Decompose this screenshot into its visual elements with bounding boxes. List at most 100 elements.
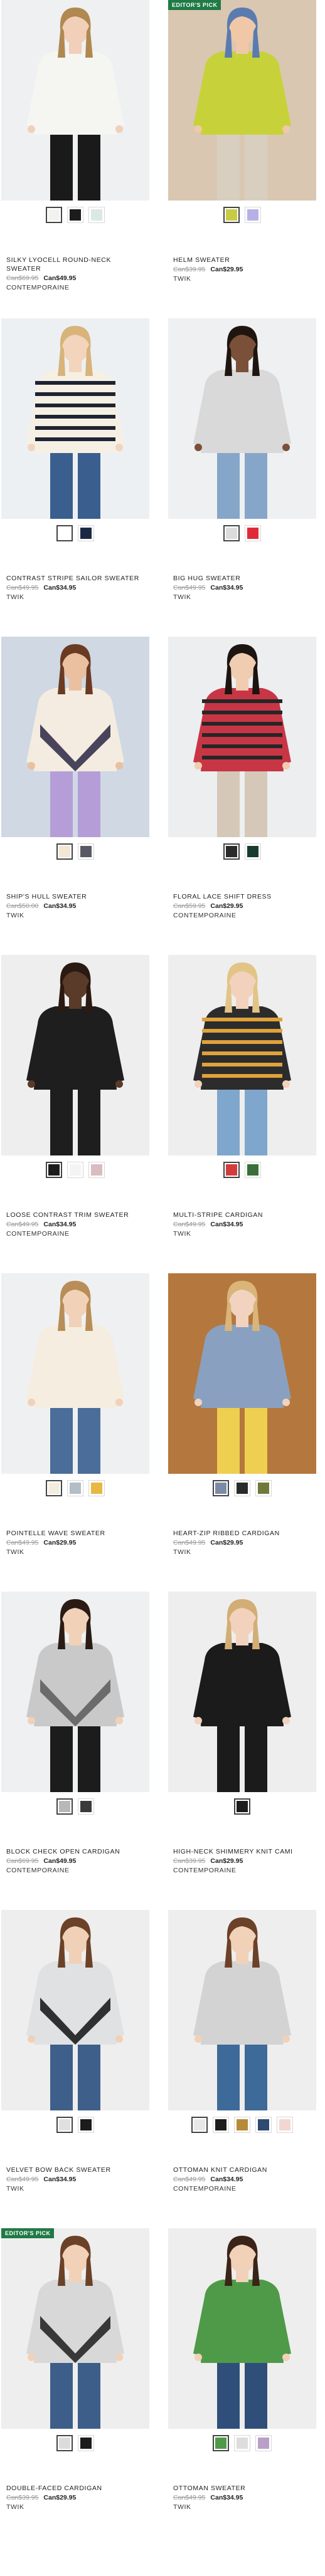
product-card[interactable]: POINTELLE WAVE SWEATER Can$49.95 Can$29.95… bbox=[1, 1273, 149, 1557]
color-swatch[interactable] bbox=[223, 843, 240, 860]
product-name[interactable]: SILKY LYOCELL ROUND-NECK SWEATER bbox=[6, 256, 146, 273]
product-prices: Can$49.95 Can$34.95 bbox=[173, 2175, 312, 2184]
product-name[interactable]: LOOSE CONTRAST TRIM SWEATER bbox=[6, 1211, 146, 1219]
product-name[interactable]: OTTOMAN SWEATER bbox=[173, 2484, 312, 2493]
color-swatch[interactable] bbox=[255, 2435, 272, 2451]
product-card[interactable]: BIG HUG SWEATER Can$49.95 Can$34.95 TWIK bbox=[168, 318, 316, 602]
color-swatch[interactable] bbox=[245, 207, 261, 223]
color-swatch[interactable] bbox=[245, 843, 261, 860]
product-name[interactable]: MULTI-STRIPE CARDIGAN bbox=[173, 1211, 312, 1219]
product-card[interactable]: LOOSE CONTRAST TRIM SWEATER Can$49.95 Can$… bbox=[1, 955, 149, 1238]
product-card[interactable]: BLOCK CHECK OPEN CARDIGAN Can$69.95 Can$49… bbox=[1, 1592, 149, 1875]
product-card[interactable]: VELVET BOW BACK SWEATER Can$49.95 Can$34.9… bbox=[1, 1910, 149, 2193]
product-name[interactable]: CONTRAST STRIPE SAILOR SWEATER bbox=[6, 574, 146, 583]
product-image[interactable] bbox=[1, 955, 149, 1155]
color-swatch[interactable] bbox=[78, 2435, 94, 2451]
product-card[interactable]: MULTI-STRIPE CARDIGAN Can$49.95 Can$34.95 T… bbox=[168, 955, 316, 1238]
product-image[interactable] bbox=[168, 1592, 316, 1792]
product-name[interactable]: OTTOMAN KNIT CARDIGAN bbox=[173, 2166, 312, 2174]
color-swatch[interactable] bbox=[67, 207, 83, 223]
product-image[interactable] bbox=[168, 637, 316, 837]
color-swatch[interactable] bbox=[223, 525, 240, 541]
product-image[interactable] bbox=[168, 2228, 316, 2429]
product-brand: TWIK bbox=[6, 2185, 24, 2193]
color-swatch[interactable] bbox=[78, 843, 94, 860]
product-image[interactable] bbox=[168, 955, 316, 1155]
original-price: Can$49.95 bbox=[6, 2176, 39, 2183]
original-price: Can$50.00 bbox=[6, 902, 39, 910]
color-swatch[interactable] bbox=[78, 1798, 94, 1815]
product-card[interactable]: HEART-ZIP RIBBED CARDIGAN Can$49.95 Can$29… bbox=[168, 1273, 316, 1557]
product-image[interactable] bbox=[168, 1273, 316, 1474]
product-card[interactable]: EDITOR'S PICK DOUBLE-FACED CARDIGAN Can$39… bbox=[1, 2228, 149, 2511]
product-image[interactable] bbox=[1, 0, 149, 201]
product-image[interactable] bbox=[168, 1910, 316, 2110]
product-name[interactable]: DOUBLE-FACED CARDIGAN bbox=[6, 2484, 146, 2493]
product-name[interactable]: BIG HUG SWEATER bbox=[173, 574, 312, 583]
color-swatch[interactable] bbox=[46, 207, 62, 223]
product-name[interactable]: SHIP'S HULL SWEATER bbox=[6, 892, 146, 901]
color-swatch[interactable] bbox=[234, 2117, 250, 2133]
color-swatch[interactable] bbox=[245, 1162, 261, 1178]
color-swatch[interactable] bbox=[213, 1480, 229, 1496]
product-name[interactable]: HELM SWEATER bbox=[173, 256, 312, 264]
color-swatch[interactable] bbox=[213, 2117, 229, 2133]
product-image[interactable] bbox=[1, 1592, 149, 1792]
color-swatch[interactable] bbox=[56, 2435, 73, 2451]
color-swatch[interactable] bbox=[191, 2117, 208, 2133]
swatch-color bbox=[226, 209, 237, 221]
color-swatch[interactable] bbox=[67, 1162, 83, 1178]
product-image[interactable] bbox=[1, 318, 149, 519]
color-swatch[interactable] bbox=[78, 2117, 94, 2133]
product-card[interactable]: HIGH-NECK SHIMMERY KNIT CAMI Can$39.95 Can… bbox=[168, 1592, 316, 1875]
product-image[interactable] bbox=[168, 318, 316, 519]
color-swatch[interactable] bbox=[88, 1480, 105, 1496]
product-image[interactable] bbox=[1, 637, 149, 837]
product-name[interactable]: POINTELLE WAVE SWEATER bbox=[6, 1529, 146, 1538]
product-card[interactable]: OTTOMAN KNIT CARDIGAN Can$49.95 Can$34.95 C… bbox=[168, 1910, 316, 2193]
color-swatch[interactable] bbox=[245, 525, 261, 541]
product-card[interactable]: SHIP'S HULL SWEATER Can$50.00 Can$34.95 TWI… bbox=[1, 637, 149, 920]
product-name[interactable]: HEART-ZIP RIBBED CARDIGAN bbox=[173, 1529, 312, 1538]
color-swatch[interactable] bbox=[88, 207, 105, 223]
product-image[interactable]: EDITOR'S PICK bbox=[1, 2228, 149, 2429]
color-swatch[interactable] bbox=[56, 1798, 73, 1815]
product-card[interactable]: OTTOMAN SWEATER Can$49.95 Can$34.95 TWIK bbox=[168, 2228, 316, 2511]
color-swatch[interactable] bbox=[56, 525, 73, 541]
color-swatch[interactable] bbox=[223, 1162, 240, 1178]
product-card[interactable]: SILKY LYOCELL ROUND-NECK SWEATER Can$69.9… bbox=[1, 0, 149, 292]
product-image[interactable] bbox=[1, 1273, 149, 1474]
product-name[interactable]: HIGH-NECK SHIMMERY KNIT CAMI bbox=[173, 1847, 312, 1856]
color-swatch[interactable] bbox=[56, 2117, 73, 2133]
color-swatch[interactable] bbox=[255, 2117, 272, 2133]
product-image[interactable]: EDITOR'S PICK bbox=[168, 0, 316, 201]
color-swatch[interactable] bbox=[277, 2117, 293, 2133]
product-name[interactable]: BLOCK CHECK OPEN CARDIGAN bbox=[6, 1847, 146, 1856]
product-card[interactable]: EDITOR'S PICK HELM SWEATER Can$39.95 Can$29… bbox=[168, 0, 316, 283]
product-card[interactable]: FLORAL LACE SHIFT DRESS Can$59.95 Can$29.9… bbox=[168, 637, 316, 920]
swatch-color bbox=[226, 1164, 237, 1176]
color-swatch[interactable] bbox=[223, 207, 240, 223]
color-swatch[interactable] bbox=[46, 1480, 62, 1496]
color-swatch[interactable] bbox=[255, 1480, 272, 1496]
product-prices: Can$39.95 Can$29.95 bbox=[6, 2493, 146, 2503]
color-swatch[interactable] bbox=[67, 1480, 83, 1496]
product-brand: CONTEMPORAINE bbox=[6, 284, 70, 291]
color-swatch[interactable] bbox=[234, 1480, 250, 1496]
product-info: OTTOMAN SWEATER Can$49.95 Can$34.95 TWIK bbox=[168, 2484, 316, 2511]
product-name[interactable]: FLORAL LACE SHIFT DRESS bbox=[173, 892, 312, 901]
swatch-color bbox=[59, 846, 70, 857]
product-image[interactable] bbox=[1, 1910, 149, 2110]
original-price: Can$49.95 bbox=[6, 584, 39, 592]
product-card[interactable]: CONTRAST STRIPE SAILOR SWEATER Can$49.95 C… bbox=[1, 318, 149, 602]
color-swatch[interactable] bbox=[213, 2435, 229, 2451]
color-swatch[interactable] bbox=[78, 525, 94, 541]
color-swatch[interactable] bbox=[88, 1162, 105, 1178]
color-swatch[interactable] bbox=[234, 2435, 250, 2451]
color-swatch[interactable] bbox=[56, 843, 73, 860]
color-swatch[interactable] bbox=[46, 1162, 62, 1178]
product-photo-illustration bbox=[1, 637, 149, 837]
product-name[interactable]: VELVET BOW BACK SWEATER bbox=[6, 2166, 146, 2174]
color-swatch[interactable] bbox=[234, 1798, 250, 1815]
product-brand: TWIK bbox=[173, 1230, 191, 1238]
